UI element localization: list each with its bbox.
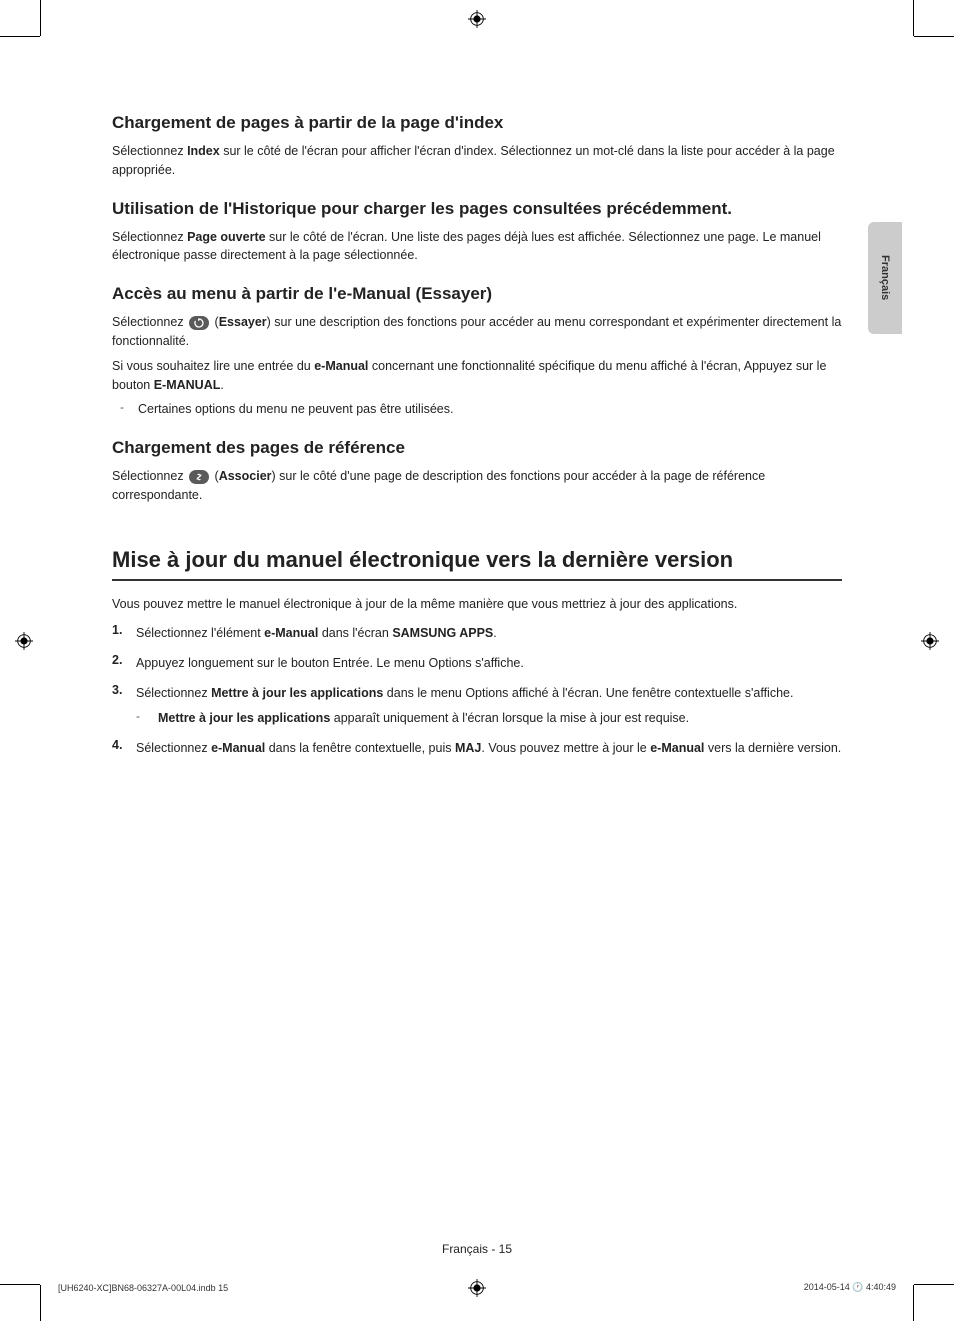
list-number: 4. [112,738,136,758]
footer-time: 4:40:49 [866,1282,896,1292]
list-item: 1. Sélectionnez l'élément e-Manual dans … [112,623,842,643]
text-bold: Associer [219,469,272,483]
bullet-item: - Certaines options du menu ne peuvent p… [120,400,842,419]
paragraph: Vous pouvez mettre le manuel électroniqu… [112,595,842,614]
text: Sélectionnez [136,741,211,755]
text: sur le côté de l'écran pour afficher l'é… [112,144,835,177]
paragraph: Sélectionnez Page ouverte sur le côté de… [112,228,842,266]
list-item: 2. Appuyez longuement sur le bouton Entr… [112,653,842,673]
section-heading: Accès au menu à partir de l'e-Manual (Es… [112,283,842,305]
list-number: 3. [112,683,136,703]
list-text: Sélectionnez l'élément e-Manual dans l'é… [136,623,497,643]
clock-icon: 🕐 [852,1282,863,1292]
text: vers la dernière version. [704,741,841,755]
list-text: Sélectionnez e-Manual dans la fenêtre co… [136,738,841,758]
list-number: 2. [112,653,136,673]
language-tab: Français [868,222,902,334]
try-icon [189,316,209,330]
crop-mark [0,36,40,37]
registration-mark-icon [468,10,486,28]
text-bold: MAJ [455,741,481,755]
registration-mark-icon [921,632,939,650]
text-bold: e-Manual [314,359,368,373]
section-heading: Utilisation de l'Historique pour charger… [112,198,842,220]
section-heading: Chargement des pages de référence [112,437,842,459]
text-bold: Essayer [219,315,267,329]
bullet-dash: - [136,709,158,728]
bullet-dash: - [120,400,138,419]
language-tab-label: Français [879,255,891,300]
footer-date: 2014-05-14 [804,1282,853,1292]
text: . [220,378,223,392]
text: dans la fenêtre contextuelle, puis [265,741,455,755]
paragraph: Si vous souhaitez lire une entrée du e-M… [112,357,842,395]
text: Sélectionnez l'élément [136,626,264,640]
footer-filename: [UH6240-XC]BN68-06327A-00L04.indb 15 [58,1283,228,1293]
text-bold: SAMSUNG APPS [392,626,493,640]
paragraph: Sélectionnez Index sur le côté de l'écra… [112,142,842,180]
list-item: 3. Sélectionnez Mettre à jour les applic… [112,683,842,703]
crop-mark [0,1284,40,1285]
crop-mark [40,0,41,36]
text: Sélectionnez [112,230,187,244]
text: . [493,626,496,640]
paragraph: Sélectionnez (Associer) sur le côté d'un… [112,467,842,505]
page-number: Français - 15 [0,1242,954,1256]
list-text: Sélectionnez Mettre à jour les applicati… [136,683,793,703]
link-icon [189,470,209,484]
paragraph: Sélectionnez (Essayer) sur une descripti… [112,313,842,351]
registration-mark-icon [15,632,33,650]
crop-mark [913,0,914,36]
bullet-text: Mettre à jour les applications apparaît … [158,709,689,728]
crop-mark [914,36,954,37]
footer-timestamp: 2014-05-14 🕐 4:40:49 [804,1282,896,1293]
list-text: Appuyez longuement sur le bouton Entrée.… [136,653,524,673]
text: Sélectionnez [112,469,187,483]
main-heading: Mise à jour du manuel électronique vers … [112,547,842,581]
section-heading: Chargement de pages à partir de la page … [112,112,842,134]
text-bold: e-Manual [211,741,265,755]
text: Sélectionnez [112,315,187,329]
registration-mark-icon [468,1279,486,1297]
list-number: 1. [112,623,136,643]
text-bold: Index [187,144,220,158]
text: Si vous souhaitez lire une entrée du [112,359,314,373]
text-bold: Page ouverte [187,230,266,244]
text: . Vous pouvez mettre à jour le [481,741,650,755]
text-bold: e-Manual [264,626,318,640]
text: dans l'écran [318,626,392,640]
crop-mark [913,1285,914,1321]
text: ) sur le côté d'une page de description … [112,469,765,502]
crop-mark [914,1284,954,1285]
text-bold: Mettre à jour les applications [158,711,330,725]
crop-mark [40,1285,41,1321]
text-bold: Mettre à jour les applications [211,686,383,700]
text: Sélectionnez [112,144,187,158]
text: Sélectionnez [136,686,211,700]
text-bold: E-MANUAL [154,378,221,392]
text: apparaît uniquement à l'écran lorsque la… [330,711,689,725]
text: dans le menu Options affiché à l'écran. … [383,686,793,700]
bullet-text: Certaines options du menu ne peuvent pas… [138,400,453,419]
text-bold: e-Manual [650,741,704,755]
sub-bullet-item: - Mettre à jour les applications apparaî… [136,709,842,728]
list-item: 4. Sélectionnez e-Manual dans la fenêtre… [112,738,842,758]
page-content: Chargement de pages à partir de la page … [112,112,842,758]
